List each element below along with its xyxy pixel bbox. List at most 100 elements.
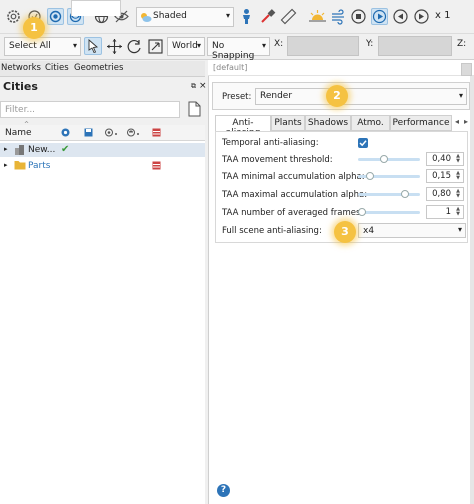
close-icon[interactable]: × — [199, 81, 207, 91]
filter-input[interactable]: Filter... — [0, 101, 180, 118]
save-column-icon[interactable] — [84, 128, 93, 137]
scale-tool-icon[interactable] — [147, 38, 164, 55]
lock-column-icon[interactable] — [105, 128, 119, 137]
taa-averaged-frames-value: 1 — [445, 207, 451, 217]
spin-buttons[interactable]: ▲ ▼ — [454, 171, 462, 182]
taa-min-alpha-value: 0,15 — [432, 171, 451, 181]
help-icon[interactable]: ? — [217, 484, 230, 497]
spin-buttons[interactable]: ▲ ▼ — [454, 189, 462, 200]
chevron-down-icon: ▾ — [261, 41, 266, 50]
rewind-icon[interactable] — [392, 8, 409, 25]
filter-placeholder: Filter... — [5, 105, 36, 115]
float-panel-icon[interactable]: ⧉ — [191, 82, 196, 91]
coordinate-system-label: World — [172, 41, 198, 51]
tab-plants[interactable]: Plants — [271, 115, 305, 131]
y-coord-input[interactable] — [378, 36, 452, 56]
tab-scroll-left-icon[interactable]: ◂ — [455, 117, 459, 126]
z-coord-label: Z: — [457, 39, 467, 49]
tree-item-label[interactable]: Parts — [28, 161, 50, 171]
chevron-down-icon: ▾ — [458, 91, 463, 100]
expand-icon[interactable]: ▸ — [4, 161, 8, 169]
y-coord-label: Y: — [366, 39, 374, 49]
play-icon[interactable] — [371, 8, 388, 25]
settings-panel-title: [default] — [213, 63, 248, 72]
taa-min-alpha-input[interactable]: 0,15 ▲ ▼ — [426, 169, 464, 183]
select-mode-label: Select All — [9, 41, 51, 51]
tab-scroll-right-icon[interactable]: ▸ — [464, 117, 468, 126]
chevron-down-icon: ▾ — [196, 41, 201, 50]
settings-panel-titlebar: [default] — [208, 60, 474, 76]
tab-geometries-bg — [71, 0, 121, 16]
snapping-label: No Snapping — [212, 41, 255, 61]
tab-shadows[interactable]: Shadows — [305, 115, 351, 131]
person-icon[interactable] — [238, 8, 255, 25]
spin-buttons[interactable]: ▲ ▼ — [454, 207, 462, 218]
column-name[interactable]: Name — [5, 128, 32, 138]
preset-value: Render — [260, 91, 293, 101]
speed-multiplier[interactable]: x 1 — [435, 10, 450, 21]
sort-indicator-icon: ^ — [24, 121, 30, 128]
tab-plants-label: Plants — [274, 118, 302, 128]
target-icon[interactable] — [47, 8, 64, 25]
taa-averaged-frames-slider[interactable] — [358, 208, 420, 216]
taa-movement-threshold-label: TAA movement threshold: — [222, 155, 333, 165]
taa-min-alpha-slider[interactable] — [358, 172, 420, 180]
cursor-tool-icon[interactable] — [84, 37, 102, 55]
tab-atmo[interactable]: Atmo. — [351, 115, 390, 131]
coordinate-system-select[interactable]: World ▾ — [167, 37, 205, 56]
full-scene-aa-value: x4 — [363, 226, 375, 236]
wind-icon[interactable] — [330, 8, 347, 25]
sunrise-icon[interactable] — [308, 8, 326, 25]
visibility-column-icon[interactable] — [61, 128, 70, 137]
rotate-tool-icon[interactable] — [126, 38, 143, 55]
spin-buttons[interactable]: ▲ ▼ — [454, 154, 462, 165]
ruler-icon[interactable] — [280, 8, 297, 25]
panel-edge — [470, 76, 474, 504]
layer-column-icon[interactable] — [127, 128, 141, 137]
tab-anti-aliasing[interactable]: Anti-aliasing — [215, 115, 271, 138]
taa-max-alpha-input[interactable]: 0,80 ▲ ▼ — [426, 187, 464, 201]
eyedropper-icon[interactable] — [259, 8, 276, 25]
x-coord-label: X: — [274, 39, 284, 49]
slider-knob[interactable] — [379, 155, 388, 163]
taa-movement-threshold-value: 0,40 — [432, 154, 451, 164]
move-tool-icon[interactable] — [106, 38, 123, 55]
fast-forward-icon[interactable] — [413, 8, 430, 25]
tab-cities[interactable]: Cities — [45, 63, 69, 73]
taa-movement-threshold-input[interactable]: 0,40 ▲ ▼ — [426, 152, 464, 166]
database-column-icon[interactable] — [152, 128, 161, 137]
database-icon[interactable] — [152, 161, 161, 170]
full-scene-aa-select[interactable]: x4 ▾ — [358, 223, 466, 238]
x-coord-input[interactable] — [287, 36, 359, 56]
tab-shadows-label: Shadows — [307, 118, 349, 128]
shading-mode-select[interactable]: Shaded ▾ — [136, 7, 234, 27]
tree-header: Name ^ — [0, 121, 205, 141]
new-document-icon[interactable] — [188, 101, 201, 117]
preset-label: Preset: — [222, 92, 252, 102]
taa-movement-threshold-slider[interactable] — [358, 155, 420, 163]
tab-networks[interactable]: Networks — [1, 63, 41, 73]
taa-averaged-frames-input[interactable]: 1 ▲ ▼ — [426, 205, 464, 219]
gear-icon[interactable] — [5, 8, 22, 25]
tab-performance[interactable]: Performance — [390, 115, 452, 131]
select-mode-select[interactable]: Select All ▾ — [4, 37, 81, 56]
chevron-down-icon: ▾ — [72, 41, 77, 50]
tab-geometries[interactable]: Geometries — [74, 63, 123, 73]
chevron-down-icon: ▾ — [457, 225, 462, 234]
tree-item-label[interactable]: New... — [28, 145, 55, 155]
scrollbar[interactable] — [461, 63, 472, 76]
expand-icon[interactable]: ▸ — [4, 145, 8, 153]
temporal-aa-label: Temporal anti-aliasing: — [222, 138, 319, 148]
preset-select[interactable]: Render ▾ — [255, 88, 467, 105]
sun-cloud-icon — [139, 11, 152, 23]
slider-knob[interactable] — [358, 208, 366, 216]
step-badge-1: 1 — [23, 17, 45, 39]
city-tree — [0, 141, 205, 504]
taa-max-alpha-slider[interactable] — [358, 190, 420, 198]
city-icon — [14, 144, 26, 155]
snapping-select[interactable]: No Snapping ▾ — [207, 37, 270, 61]
panel-title: Cities — [3, 80, 38, 93]
stop-icon[interactable] — [350, 8, 367, 25]
temporal-aa-checkbox[interactable] — [358, 138, 368, 148]
status-check-icon: ✔ — [61, 144, 70, 155]
